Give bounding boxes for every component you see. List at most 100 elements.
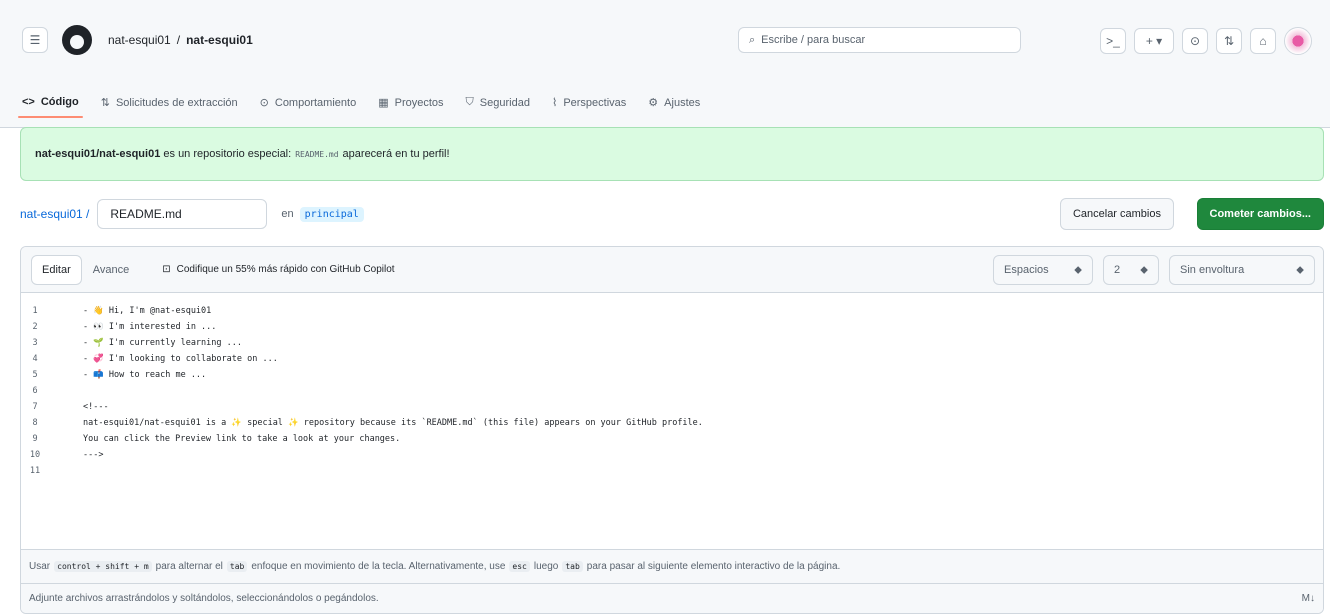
- tab-label: Seguridad: [479, 96, 530, 109]
- code-line: 11: [21, 463, 1323, 479]
- top-bar: ☰ nat-esqui01 / nat-esqui01 ⌕ Escribe / …: [22, 22, 1312, 58]
- path-owner-link[interactable]: nat-esqui01 /: [20, 207, 89, 221]
- menu-icon[interactable]: ☰: [22, 27, 48, 53]
- issues-icon[interactable]: ⊙: [1182, 28, 1208, 54]
- chevron-down-icon: ⬥: [1296, 263, 1304, 276]
- search-input[interactable]: ⌕ Escribe / para buscar: [738, 27, 1021, 53]
- in-label: en: [281, 208, 294, 220]
- hint-text: luego: [533, 561, 559, 572]
- tab-pull-requests[interactable]: ⇅ Solicitudes de extracción: [101, 96, 238, 119]
- line-text: - 👀 I'm interested in ...: [83, 322, 217, 332]
- code-line: 1 - 👋 Hi, I'm @nat-esqui01: [21, 303, 1323, 319]
- copilot-text: Codifique un 55% más rápido con GitHub C…: [176, 264, 395, 275]
- banner-filename: README.md: [295, 149, 339, 159]
- breadcrumb-owner[interactable]: nat-esqui01: [108, 33, 171, 47]
- breadcrumb-separator: /: [176, 33, 181, 47]
- hint-text: para alternar el: [155, 561, 223, 572]
- code-line: 6: [21, 383, 1323, 399]
- tab-security[interactable]: ⛉ Seguridad: [466, 96, 530, 119]
- chevron-down-icon: ⬥: [1074, 263, 1082, 276]
- tab-insights[interactable]: ⌇ Perspectivas: [552, 96, 626, 119]
- attach-files-bar[interactable]: Adjunte archivos arrastrándolos y soltán…: [21, 583, 1323, 613]
- gear-icon: ⚙: [648, 97, 659, 109]
- hint-key: tab: [226, 561, 248, 572]
- code-icon: <>: [22, 96, 35, 108]
- copilot-promo[interactable]: ⊡ Codifique un 55% más rápido con GitHub…: [162, 264, 394, 275]
- tab-edit[interactable]: Editar: [31, 254, 82, 285]
- line-text: nat-esqui01/nat-esqui01 is a ✨ special ✨…: [83, 418, 703, 428]
- line-number: 5: [32, 370, 38, 380]
- keyboard-hint: Usar control + shift + m para alternar e…: [21, 549, 1323, 583]
- tab-label: Comportamiento: [274, 96, 357, 109]
- hint-key: control + shift + m: [54, 561, 152, 572]
- hint-text: enfoque en movimiento de la tecla. Alter…: [251, 561, 506, 572]
- tab-preview[interactable]: Avance: [82, 255, 141, 285]
- code-line: 3 - 🌱 I'm currently learning ...: [21, 335, 1323, 351]
- hint-key: esc: [509, 561, 530, 572]
- repo-tabs: <> Código ⇅ Solicitudes de extracción ⊙ Com…: [18, 96, 700, 128]
- tab-code[interactable]: <> Código: [18, 96, 83, 118]
- line-number: 9: [32, 434, 38, 444]
- line-number: 6: [32, 386, 38, 396]
- code-line: 4 - 💞️ I'm looking to collaborate on ...: [21, 351, 1323, 367]
- avatar[interactable]: [1284, 27, 1312, 55]
- line-text: --->: [83, 450, 104, 460]
- indent-size-select[interactable]: 2 ⬥: [1103, 255, 1159, 285]
- tab-actions[interactable]: ⊙ Comportamiento: [260, 96, 357, 119]
- code-line: 9 You can click the Preview link to take …: [21, 431, 1323, 447]
- command-palette-icon[interactable]: >_: [1100, 28, 1126, 54]
- filename-input[interactable]: [97, 199, 268, 229]
- github-logo-icon[interactable]: [62, 25, 92, 55]
- wrap-mode-select[interactable]: Sin envoltura ⬥: [1169, 255, 1315, 285]
- editor-toolbar: Editar Avance ⊡ Codifique un 55% más ráp…: [21, 247, 1323, 293]
- hint-text: para pasar al siguiente elemento interac…: [586, 561, 841, 572]
- inbox-icon[interactable]: ⌂: [1250, 28, 1276, 54]
- code-line: 5 - 📫 How to reach me ...: [21, 367, 1323, 383]
- tab-label: Perspectivas: [563, 96, 627, 109]
- special-repo-banner: nat-esqui01/nat-esqui01 es un repositori…: [20, 127, 1324, 181]
- file-path-row: nat-esqui01 / en principal Cancelar camb…: [20, 198, 1324, 230]
- banner-repo: nat-esqui01/nat-esqui01: [35, 148, 161, 160]
- code-line: 2 - 👀 I'm interested in ...: [21, 319, 1323, 335]
- line-text: - 📫 How to reach me ...: [83, 370, 207, 380]
- code-area[interactable]: 1 - 👋 Hi, I'm @nat-esqui01 2 - 👀 I'm inter…: [21, 293, 1323, 549]
- indent-size-value: 2: [1114, 264, 1121, 276]
- breadcrumb: nat-esqui01 / nat-esqui01: [108, 33, 253, 47]
- indent-mode-select[interactable]: Espacios ⬥: [993, 255, 1093, 285]
- line-number: 8: [32, 418, 38, 428]
- tab-projects[interactable]: ▦ Proyectos: [378, 96, 443, 119]
- line-text: <!---: [83, 402, 109, 412]
- code-line: 8 nat-esqui01/nat-esqui01 is a ✨ special …: [21, 415, 1323, 431]
- pull-requests-icon[interactable]: ⇅: [1216, 28, 1242, 54]
- tab-settings[interactable]: ⚙ Ajustes: [648, 96, 700, 119]
- cancel-changes-button[interactable]: Cancelar cambios: [1059, 198, 1174, 230]
- line-number: 3: [32, 338, 38, 348]
- table-icon: ▦: [378, 97, 389, 109]
- indent-mode-value: Espacios: [1004, 264, 1049, 276]
- wrap-mode-value: Sin envoltura: [1180, 264, 1245, 276]
- commit-changes-button[interactable]: Cometer cambios...: [1196, 198, 1324, 230]
- line-number: 7: [32, 402, 38, 412]
- line-number: 4: [32, 354, 38, 364]
- tab-label: Solicitudes de extracción: [115, 96, 238, 109]
- search-icon: ⌕: [749, 33, 756, 46]
- create-new-icon[interactable]: + ▾: [1134, 28, 1174, 54]
- chevron-down-icon: ⬥: [1140, 263, 1148, 276]
- line-text: You can click the Preview link to take a…: [83, 434, 401, 444]
- breadcrumb-repo[interactable]: nat-esqui01: [186, 33, 253, 47]
- banner-text-end: aparecerá en tu perfil!: [342, 148, 450, 160]
- line-text: - 👋 Hi, I'm @nat-esqui01: [83, 306, 212, 316]
- line-text: - 💞️ I'm looking to collaborate on ...: [83, 354, 278, 364]
- file-editor: Editar Avance ⊡ Codifique un 55% más ráp…: [20, 246, 1324, 614]
- code-line: 10 --->: [21, 447, 1323, 463]
- tab-label: Proyectos: [394, 96, 444, 109]
- play-icon: ⊙: [259, 97, 269, 109]
- tab-label: Ajustes: [664, 96, 701, 109]
- line-number: 2: [32, 322, 38, 332]
- banner-text: es un repositorio especial:: [163, 148, 292, 160]
- pull-request-icon: ⇅: [100, 97, 110, 109]
- branch-badge[interactable]: principal: [299, 206, 364, 222]
- search-placeholder: Escribe / para buscar: [761, 34, 866, 46]
- repo-header: ☰ nat-esqui01 / nat-esqui01 ⌕ Escribe / …: [0, 0, 1330, 128]
- copilot-icon: ⊡: [162, 264, 171, 275]
